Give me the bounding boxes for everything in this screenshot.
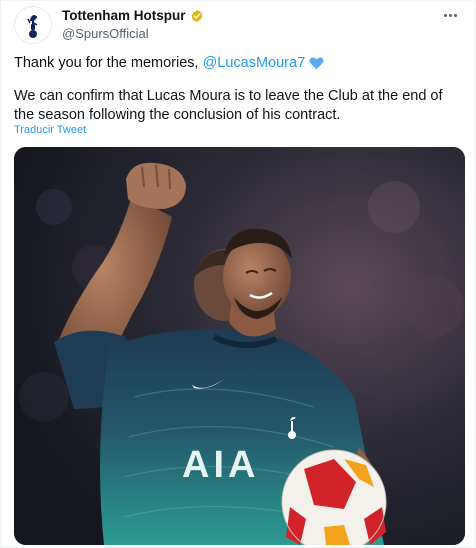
avatar[interactable] [14,6,52,44]
shirt-sponsor-text: AIA [182,444,259,486]
photo-illustration: AIA [14,147,465,545]
blue-heart-icon [309,57,324,70]
verified-badge-icon [190,9,203,22]
club-crest-icon [27,15,38,38]
translate-tweet-link[interactable]: Traducir Tweet [14,124,86,136]
thank-you-text: Thank you for the memories, [14,55,199,71]
tweet-text-line1: Thank you for the memories, @LucasMoura7 [14,55,324,71]
author-name-row[interactable]: Tottenham Hotspur [62,8,204,23]
tweet-card: Tottenham Hotspur @SpursOfficial Thank y… [0,0,476,548]
handle[interactable]: @SpursOfficial [62,26,149,41]
tweet-body: We can confirm that Lucas Moura is to le… [14,88,443,123]
mention-link[interactable]: @LucasMoura7 [203,55,306,71]
display-name[interactable]: Tottenham Hotspur [62,8,186,23]
football-illustration [281,449,387,545]
more-icon[interactable] [439,7,461,23]
tweet-photo[interactable]: AIA [14,147,465,545]
